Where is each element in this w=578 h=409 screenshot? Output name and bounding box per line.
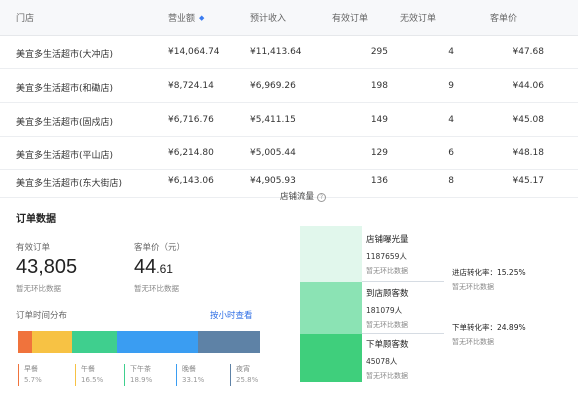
revenue-value: ¥6,143.06: [168, 176, 214, 186]
funnel-step-exposure: [300, 226, 362, 282]
legend-label: 下午茶: [130, 365, 151, 373]
column-header-valid-orders: 有效订单: [332, 14, 369, 24]
order-time-distribution-bar: [18, 331, 260, 353]
valid-orders-value: 295: [370, 47, 388, 57]
column-header-expected-income: 预计收入: [250, 14, 287, 24]
distribution-segment-dinner: [117, 331, 198, 353]
revenue-value: ¥6,214.80: [168, 148, 214, 158]
legend-percent: 33.1%: [182, 376, 205, 384]
avg-price-decimal: .61: [156, 262, 173, 276]
funnel-step-count: 45078人: [366, 357, 398, 366]
valid-orders-value: 136: [370, 176, 388, 186]
legend-item-lunch: 午餐 16.5%: [75, 364, 103, 386]
avg-price-integer: 44: [134, 256, 157, 278]
legend-label: 晚餐: [182, 365, 196, 373]
expected-income-value: ¥5,411.15: [250, 115, 296, 125]
store-name: 美宜多生活超市(平山店): [16, 151, 114, 161]
distribution-segment-lunch: [31, 331, 72, 353]
conversion-rate-label: 进店转化率：15.25%: [452, 268, 526, 277]
funnel-step-note: 暂无环比数据: [366, 267, 408, 275]
distribution-segment-late-night: [197, 331, 260, 353]
store-name: 美宜多生活超市(大冲店): [16, 50, 114, 60]
funnel-step-name: 下单顾客数: [366, 340, 409, 350]
avg-order-value: ¥45.17: [512, 176, 545, 186]
legend-percent: 16.5%: [81, 376, 104, 384]
legend-item-breakfast: 早餐 5.7%: [18, 364, 42, 386]
table-row[interactable]: 美宜多生活超市(固戍店) ¥6,716.76 ¥5,411.15 149 4 ¥…: [0, 104, 578, 137]
column-header-avg-order-value: 客单价: [490, 14, 518, 24]
invalid-orders-value: 9: [448, 81, 454, 91]
legend-item-dinner: 晚餐 33.1%: [176, 364, 204, 386]
avg-order-value: ¥44.06: [512, 81, 545, 91]
conversion-rate-label: 下单转化率：24.89%: [452, 323, 526, 332]
table-header: 门店 营业额 ◆ 预计收入 有效订单 无效订单 客单价: [0, 0, 578, 36]
expected-income-value: ¥6,969.26: [250, 81, 296, 91]
valid-orders-compare-note: 暂无环比数据: [16, 284, 61, 293]
funnel-step-name: 到店顾客数: [366, 289, 409, 299]
store-name: 美宜多生活超市(固戍店): [16, 118, 114, 128]
avg-order-value: ¥47.68: [512, 47, 545, 57]
sort-icon[interactable]: ◆: [199, 14, 204, 22]
store-name: 美宜多生活超市(东大街店): [16, 179, 123, 189]
legend-label: 早餐: [24, 365, 38, 373]
legend-item-late-night: 夜宵 25.8%: [230, 364, 258, 386]
avg-price-label: 客单价（元）: [134, 243, 186, 253]
revenue-value: ¥6,716.76: [168, 115, 214, 125]
table-row[interactable]: 美宜多生活超市(和磡店) ¥8,724.14 ¥6,969.26 198 9 ¥…: [0, 70, 578, 103]
invalid-orders-value: 6: [448, 148, 454, 158]
legend-percent: 5.7%: [24, 376, 42, 384]
invalid-orders-value: 4: [448, 115, 454, 125]
valid-orders-value: 149: [370, 115, 388, 125]
view-by-hour-link[interactable]: 按小时查看: [210, 309, 253, 321]
table-row[interactable]: 美宜多生活超市(大冲店) ¥14,064.74 ¥11,413.64 295 4…: [0, 36, 578, 69]
legend-label: 午餐: [81, 365, 95, 373]
funnel-step-note: 暂无环比数据: [366, 372, 408, 380]
column-header-revenue[interactable]: 营业额 ◆: [168, 11, 204, 24]
distribution-segment-afternoon-tea: [71, 331, 118, 353]
funnel-step-visitors: [300, 282, 362, 334]
invalid-orders-value: 4: [448, 47, 454, 57]
avg-price-compare-note: 暂无环比数据: [134, 284, 179, 293]
order-data-title: 订单数据: [16, 214, 56, 225]
valid-orders-value: 198: [370, 81, 388, 91]
avg-order-value: ¥45.08: [512, 115, 545, 125]
avg-order-value: ¥48.18: [512, 148, 545, 158]
funnel-step-count: 1187659人: [366, 252, 407, 261]
funnel-step-count: 181079人: [366, 306, 403, 315]
avg-price-value: 44.61: [134, 256, 173, 279]
revenue-value: ¥14,064.74: [168, 47, 220, 57]
funnel-label-orderers: 下单顾客数 45078人 暂无环比数据: [366, 338, 409, 381]
valid-orders-label: 有效订单: [16, 243, 51, 253]
funnel-divider: [362, 333, 444, 334]
distribution-segment-breakfast: [18, 331, 32, 353]
valid-orders-value: 129: [370, 148, 388, 158]
store-traffic-title: 店铺流量?: [280, 190, 327, 202]
revenue-value: ¥8,724.14: [168, 81, 214, 91]
column-header-invalid-orders: 无效订单: [400, 14, 437, 24]
store-name: 美宜多生活超市(和磡店): [16, 84, 114, 94]
conversion-rate-note: 暂无环比数据: [452, 283, 494, 291]
funnel-divider: [362, 281, 444, 282]
funnel-step-note: 暂无环比数据: [366, 321, 408, 329]
expected-income-value: ¥5,005.44: [250, 148, 296, 158]
conversion-visit-rate: 进店转化率：15.25% 暂无环比数据: [452, 267, 526, 292]
legend-item-afternoon-tea: 下午茶 18.9%: [124, 364, 152, 386]
conversion-rate-note: 暂无环比数据: [452, 338, 494, 346]
funnel-step-orderers: [300, 334, 362, 382]
invalid-orders-value: 8: [448, 176, 454, 186]
conversion-order-rate: 下单转化率：24.89% 暂无环比数据: [452, 322, 526, 347]
distribution-legend: 早餐 5.7% 午餐 16.5% 下午茶 18.9% 晚餐 33.1% 夜宵 2…: [18, 364, 268, 388]
legend-percent: 25.8%: [236, 376, 259, 384]
legend-label: 夜宵: [236, 365, 250, 373]
info-icon[interactable]: ?: [317, 193, 327, 202]
funnel-label-visitors: 到店顾客数 181079人 暂无环比数据: [366, 287, 409, 330]
valid-orders-total: 43,805: [16, 256, 78, 278]
funnel-step-name: 店铺曝光量: [366, 235, 409, 245]
expected-income-value: ¥4,905.93: [250, 176, 296, 186]
expected-income-value: ¥11,413.64: [250, 47, 302, 57]
funnel-label-exposure: 店铺曝光量 1187659人 暂无环比数据: [366, 233, 409, 276]
legend-percent: 18.9%: [130, 376, 153, 384]
column-header-store: 门店: [16, 14, 35, 24]
order-time-distribution-title: 订单时间分布: [16, 311, 68, 321]
